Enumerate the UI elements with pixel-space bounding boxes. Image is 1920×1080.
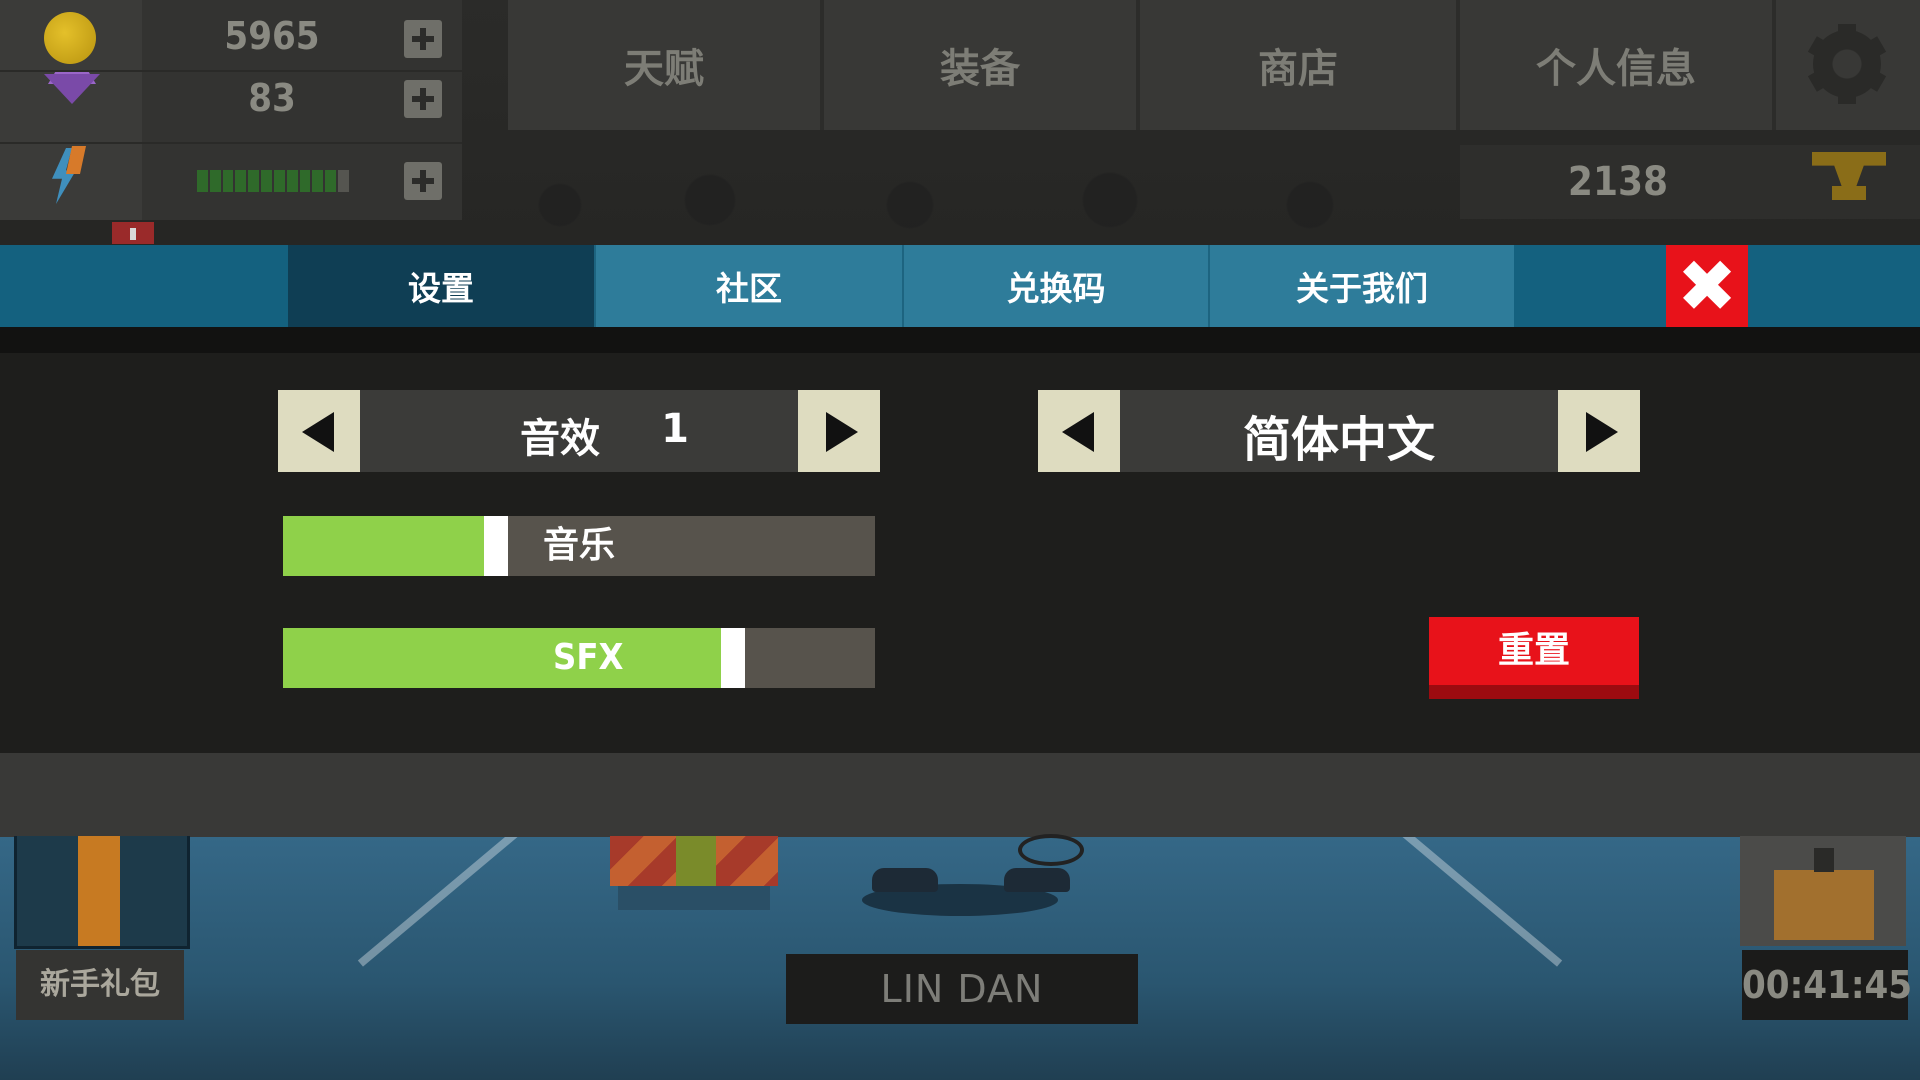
tab-shop[interactable]: 商店 xyxy=(1140,0,1460,130)
sfx-slider-handle[interactable] xyxy=(721,628,745,688)
trophy-count: 2138 xyxy=(1567,159,1669,205)
trophy-panel: 2138 xyxy=(1460,145,1776,219)
tab-redeem-code[interactable]: 兑换码 xyxy=(902,245,1208,327)
energy-segment xyxy=(286,170,298,192)
chest-lock xyxy=(1814,848,1834,872)
reset-button[interactable]: 重置 xyxy=(1429,617,1639,699)
add-gems-button[interactable] xyxy=(404,80,442,118)
add-coins-button[interactable] xyxy=(404,20,442,58)
energy-bar xyxy=(197,170,349,192)
trophy-icon-base xyxy=(1832,186,1866,200)
tab-community[interactable]: 社区 xyxy=(594,245,902,327)
gem-icon-body xyxy=(44,74,100,104)
coin-icon xyxy=(44,12,96,64)
racket-icon xyxy=(1018,834,1084,866)
music-slider-fill xyxy=(283,516,496,576)
gift-ribbon xyxy=(676,836,716,886)
arrow-right-icon xyxy=(1586,412,1618,452)
energy-segment xyxy=(338,170,349,192)
sfx-slider-fill xyxy=(283,628,733,688)
gem-count: 83 xyxy=(248,76,296,120)
arrow-right-icon xyxy=(826,412,858,452)
arrow-left-icon xyxy=(1062,412,1094,452)
gear-icon-hub xyxy=(1813,30,1881,98)
add-energy-button[interactable] xyxy=(404,162,442,200)
energy-segment xyxy=(222,170,234,192)
tab-profile[interactable]: 个人信息 xyxy=(1460,0,1776,130)
language-prev-button[interactable] xyxy=(1038,390,1120,472)
language-next-button[interactable] xyxy=(1558,390,1640,472)
starter-pack-label[interactable]: 新手礼包 xyxy=(16,950,184,1020)
crowd-silhouettes xyxy=(460,145,1460,245)
coin-count: 5965 xyxy=(224,14,320,58)
settings-footer xyxy=(0,753,1920,837)
player-shoe-right xyxy=(1004,868,1070,892)
player-shoe-left xyxy=(872,868,938,892)
divider xyxy=(0,142,462,144)
tab-equipment[interactable]: 装备 xyxy=(824,0,1140,130)
sound-label: 音效 xyxy=(520,416,600,462)
energy-segment xyxy=(261,170,272,192)
sound-prev-button[interactable] xyxy=(278,390,360,472)
language-value: 简体中文 xyxy=(1242,412,1435,468)
arrow-left-icon xyxy=(302,412,334,452)
chest-body xyxy=(1774,870,1874,940)
energy-segment xyxy=(325,170,337,192)
energy-segment xyxy=(312,170,324,192)
sfx-slider[interactable]: SFX xyxy=(283,628,875,688)
energy-segment xyxy=(235,170,247,192)
starter-pack-ribbon xyxy=(78,836,120,946)
tab-about-us[interactable]: 关于我们 xyxy=(1208,245,1514,327)
sound-value: 1 xyxy=(661,406,689,452)
tab-settings[interactable]: 设置 xyxy=(288,245,594,327)
divider xyxy=(0,70,462,72)
music-slider-handle[interactable] xyxy=(484,516,508,576)
close-icon: ✖ xyxy=(1676,244,1738,328)
energy-segment xyxy=(273,170,285,192)
energy-segment xyxy=(197,170,208,192)
energy-segment xyxy=(209,170,221,192)
notification-flag xyxy=(112,222,154,244)
sound-next-button[interactable] xyxy=(798,390,880,472)
modal-divider xyxy=(0,327,1920,353)
sfx-label: SFX xyxy=(553,637,624,678)
music-slider[interactable]: 音乐 xyxy=(283,516,875,576)
close-button[interactable]: ✖ xyxy=(1666,245,1748,327)
player-name: LIN DAN xyxy=(786,954,1138,1024)
energy-segment xyxy=(248,170,260,192)
music-label: 音乐 xyxy=(543,525,616,566)
chest-timer: 00:41:45 xyxy=(1742,950,1912,1020)
gift-base xyxy=(618,886,770,910)
tab-talent[interactable]: 天赋 xyxy=(508,0,824,130)
energy-segment xyxy=(299,170,311,192)
